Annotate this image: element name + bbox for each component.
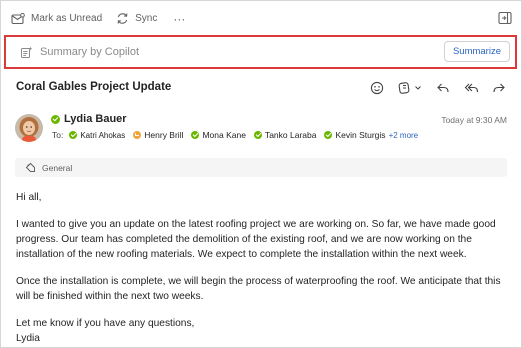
presence-available-icon — [324, 131, 333, 139]
recipient[interactable]: Mona Kane — [191, 130, 246, 140]
mark-as-unread-button[interactable]: Mark as Unread — [11, 7, 102, 31]
recipient-name: Henry Brill — [144, 130, 184, 140]
envelope-icon — [11, 12, 25, 24]
recipient[interactable]: Katri Ahokas — [69, 131, 125, 140]
sender-name: Lydia Bauer — [64, 113, 127, 125]
chevron-down-icon — [415, 86, 421, 90]
reply-button[interactable] — [435, 80, 451, 96]
message-timestamp: Today at 9:30 AM — [441, 115, 507, 125]
sync-button[interactable]: Sync — [116, 7, 157, 31]
mark-as-unread-label: Mark as Unread — [31, 13, 103, 24]
presence-available-icon — [253, 131, 262, 139]
emoji-button[interactable] — [369, 80, 385, 96]
message-subject: Coral Gables Project Update — [16, 81, 172, 93]
forward-button[interactable] — [491, 80, 507, 96]
body-greeting: Hi all, — [16, 192, 42, 203]
loop-icon — [398, 82, 410, 94]
recipient[interactable]: Tanko Laraba — [253, 130, 317, 140]
recipient[interactable]: Kevin Sturgis — [324, 130, 386, 140]
message-body: Hi all, I wanted to give you an update o… — [16, 190, 508, 346]
reply-all-icon — [464, 83, 478, 93]
more-options-button[interactable]: ··· — [171, 7, 187, 31]
recipients-row: To: Katri Ahokas Henry Brill Mona Kane T… — [52, 130, 418, 140]
avatar[interactable] — [15, 114, 43, 142]
body-paragraph: I wanted to give you an update on the la… — [16, 219, 496, 260]
avatar-photo — [15, 114, 43, 142]
recipient-name: Katri Ahokas — [80, 130, 126, 140]
copilot-summary-bar: Summary by Copilot Summarize — [10, 40, 516, 64]
to-label: To: — [52, 130, 64, 140]
sensitivity-label: General — [42, 162, 73, 173]
sync-label: Sync — [135, 13, 158, 24]
tag-icon — [25, 162, 35, 172]
more-recipients-link[interactable]: +2 more — [389, 131, 419, 140]
body-paragraph: Once the installation is complete, we wi… — [16, 276, 501, 302]
presence-away-icon — [133, 131, 142, 139]
presence-available-icon — [69, 131, 78, 139]
recipient[interactable]: Henry Brill — [133, 130, 183, 140]
collapse-pane-icon[interactable] — [497, 10, 513, 26]
message-actions — [357, 80, 507, 96]
sender[interactable]: Lydia Bauer — [51, 113, 127, 125]
reply-all-button[interactable] — [463, 80, 479, 96]
presence-available-icon — [51, 114, 60, 124]
reply-icon — [437, 83, 449, 93]
sync-icon — [117, 13, 128, 24]
presence-available-icon — [191, 131, 200, 139]
mail-reading-pane: Mark as Unread Sync ··· Summary by Copil… — [0, 0, 522, 348]
copilot-summary-title: Summary by Copilot — [40, 46, 140, 58]
body-closing: Let me know if you have any questions, — [16, 318, 195, 329]
emoji-icon — [370, 81, 384, 95]
sensitivity-label-bar: General — [15, 158, 507, 177]
copilot-summary-icon — [21, 46, 33, 58]
forward-icon — [493, 83, 505, 93]
recipient-name: Tanko Laraba — [264, 130, 317, 140]
loop-button[interactable] — [397, 80, 423, 96]
body-signature: Lydia — [16, 333, 40, 344]
toolbar: Mark as Unread Sync ··· — [1, 1, 521, 36]
summarize-button[interactable]: Summarize — [443, 41, 510, 62]
recipient-name: Kevin Sturgis — [335, 130, 386, 140]
recipient-name: Mona Kane — [202, 130, 246, 140]
